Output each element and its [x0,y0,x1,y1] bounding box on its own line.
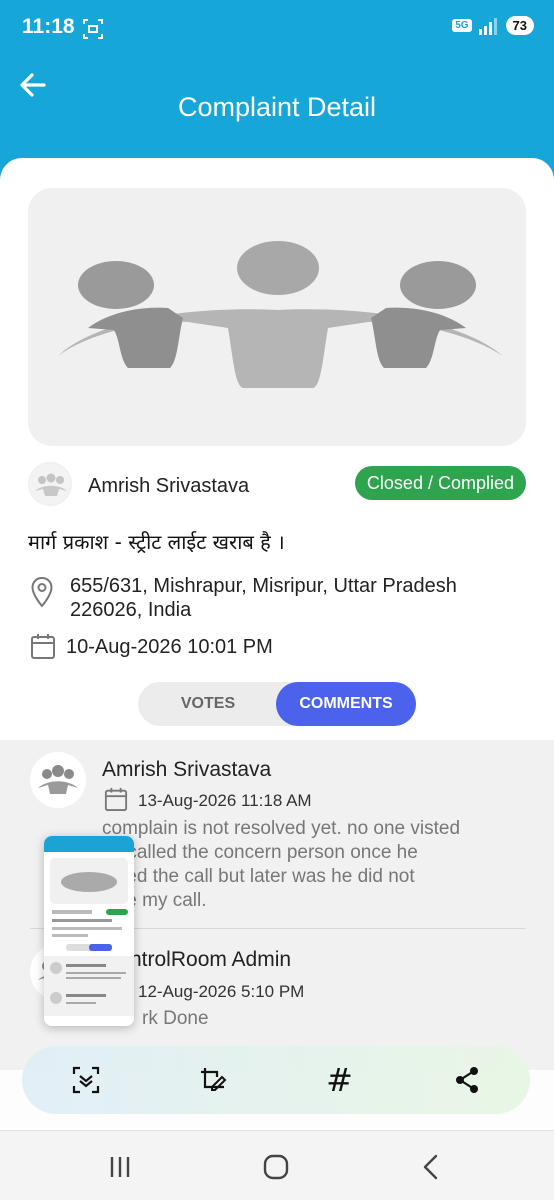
hashtag-icon: # [326,1061,353,1099]
app-header: Complaint Detail [0,58,554,168]
complaint-address: 655/631, Mishrapur, Misripur, Uttar Prad… [70,575,457,621]
system-navigation-bar [0,1130,554,1200]
complaint-title: मार्ग प्रकाश - स्ट्रीट लाईट खराब है । [28,530,285,554]
community-people-icon [58,241,503,388]
comment-author: ntrolRoom Admin [130,948,292,971]
status-bar: 11:18 5G 73 [0,0,554,58]
screenshot-indicator-icon [83,19,103,39]
location-pin-icon [31,576,53,608]
avatar [28,462,72,506]
thumbnail-header [44,836,134,852]
tab-votes[interactable]: VOTES [138,682,278,726]
complaint-date: 10-Aug-2026 10:01 PM [66,636,273,658]
home-icon[interactable] [256,1151,296,1183]
page-title: Complaint Detail [177,92,377,122]
tab-switcher: VOTES COMMENTS [138,682,416,726]
calendar-icon [104,787,128,811]
community-avatar-icon [38,765,78,794]
calendar-icon [31,634,55,659]
status-badge: Closed / Complied [354,466,526,500]
comment-text: complain is not resolved yet. no one vis… [102,818,461,911]
edit-screenshot-button[interactable] [193,1060,233,1100]
tab-comments[interactable]: COMMENTS [276,682,416,726]
recent-apps-icon[interactable] [100,1151,140,1183]
comment-text: rk Done [142,1008,209,1029]
complaint-image[interactable] [28,188,526,446]
back-nav-icon[interactable] [412,1151,452,1183]
comment-date: 12-Aug-2026 5:10 PM [138,982,305,1001]
complaint-author-row: Amrish Srivastava Closed / Complied [28,462,526,506]
status-time: 11:18 [22,15,75,38]
comment-date: 13-Aug-2026 11:18 AM [138,791,312,810]
thumbnail-preview-icon [44,858,134,1026]
share-button[interactable] [447,1060,487,1100]
scroll-capture-button[interactable] [66,1060,106,1100]
network-type-label: 5G [452,19,472,32]
battery-level: 73 [505,16,534,35]
scroll-capture-icon [72,1066,99,1094]
screenshot-thumbnail[interactable] [44,836,134,1026]
date-row: 10-Aug-2026 10:01 PM [28,632,428,662]
hashtag-button[interactable]: # [320,1060,360,1100]
author-name: Amrish Srivastava [88,475,250,497]
comment-author: Amrish Srivastava [102,758,272,781]
signal-icon [478,17,497,35]
community-avatar-icon [35,473,67,496]
crop-edit-icon [200,1068,226,1091]
share-icon [455,1067,478,1093]
screenshot-toolbar: # [22,1046,530,1114]
avatar [30,752,86,808]
